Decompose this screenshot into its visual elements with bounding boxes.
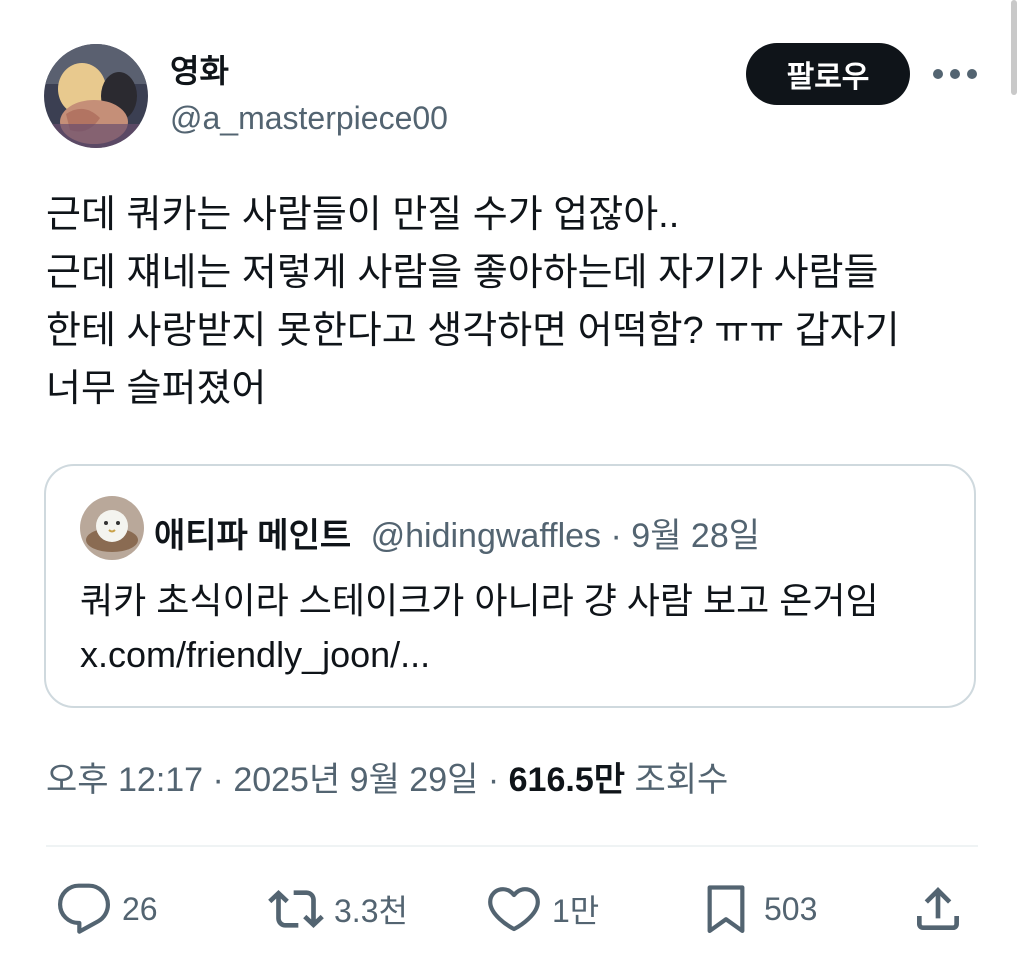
tweet-time[interactable]: 오후 12:17 [46, 761, 203, 799]
retweet-count: 3.3천 [334, 893, 408, 929]
tweet-text-line: 너무 슬퍼졌어 [46, 368, 267, 410]
quoted-tweet-header: 애티파 메인트 @hidingwaffles · 9월 28일 [154, 508, 760, 557]
separator-dot: · [601, 517, 632, 555]
bookmark-icon [707, 885, 745, 934]
scrollbar[interactable] [1011, 0, 1017, 95]
bookmark-button[interactable]: 503 [698, 872, 817, 946]
reply-button[interactable]: 26 [56, 872, 158, 946]
action-bar: 26 3.3천 1만 503 [0, 872, 1024, 946]
tweet-text-line: 근데 쿼카는 사람들이 만질 수가 업잖아.. [46, 194, 680, 236]
like-button[interactable]: 1만 [486, 872, 599, 946]
separator-dot: · [203, 761, 234, 799]
retweet-icon [268, 890, 324, 928]
profile-photo-icon [80, 496, 144, 560]
share-icon [917, 887, 959, 930]
tweet-text-line: 근데 쟤네는 저렇게 사람을 좋아하는데 자기가 사람들 [46, 252, 879, 294]
reply-count: 26 [122, 890, 158, 927]
heart-icon [488, 887, 540, 932]
divider [46, 845, 978, 847]
author-handle[interactable]: @a_masterpiece00 [170, 100, 448, 137]
quoted-tweet-date[interactable]: 9월 28일 [631, 517, 760, 555]
retweet-button[interactable]: 3.3천 [268, 872, 408, 946]
quoted-author-name[interactable]: 애티파 메인트 [154, 517, 351, 555]
bookmark-count: 503 [764, 890, 818, 927]
author-display-name[interactable]: 영화 [170, 46, 229, 92]
reply-icon [57, 883, 111, 934]
separator-dot: · [478, 761, 509, 799]
share-button[interactable] [910, 872, 966, 946]
quoted-tweet-link[interactable]: x.com/friendly_joon/... [80, 628, 879, 682]
more-options-button[interactable] [930, 52, 980, 96]
tweet-meta: 오후 12:17 · 2025년 9월 29일 · 616.5만 조회수 [46, 752, 728, 801]
quoted-author-avatar[interactable] [80, 496, 144, 560]
quoted-author-handle[interactable]: @hidingwaffles [371, 517, 601, 555]
views-label: 조회수 [634, 761, 729, 799]
tweet-text: 근데 쿼카는 사람들이 만질 수가 업잖아.. 근데 쟤네는 저렇게 사람을 좋… [46, 186, 986, 418]
like-count: 1만 [552, 893, 600, 929]
quoted-tweet-body: 쿼카 초식이라 스테이크가 아니라 걍 사람 보고 온거임 [80, 580, 879, 621]
tweet-text-line: 한테 사랑받지 못한다고 생각하면 어떡함? ㅠㅠ 갑자기 [46, 310, 900, 352]
tweet-date[interactable]: 2025년 9월 29일 [233, 761, 478, 799]
follow-button[interactable]: 팔로우 [746, 43, 910, 105]
views-count[interactable]: 616.5만 [509, 761, 625, 799]
quoted-tweet-card[interactable]: 애티파 메인트 @hidingwaffles · 9월 28일 쿼카 초식이라 … [44, 464, 976, 708]
profile-photo-icon [44, 44, 148, 148]
more-dots-icon [933, 69, 977, 79]
author-avatar[interactable] [44, 44, 148, 148]
quoted-tweet-text: 쿼카 초식이라 스테이크가 아니라 걍 사람 보고 온거임 x.com/frie… [80, 574, 879, 682]
